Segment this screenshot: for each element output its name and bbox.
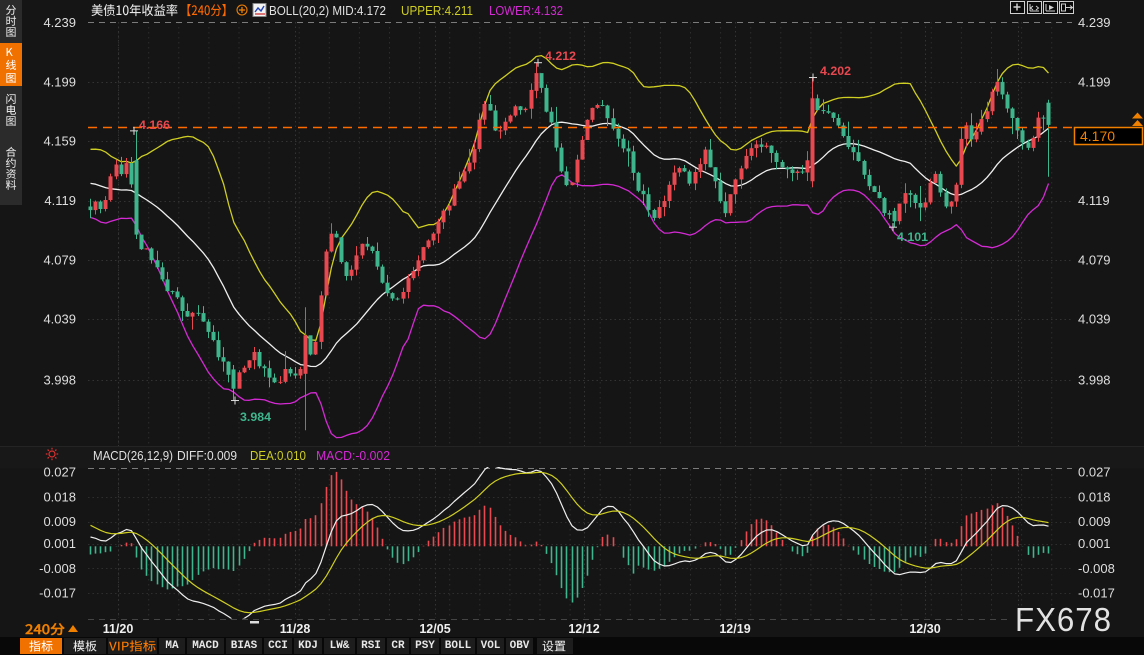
svg-text:BOLL(20,2) MID:4.172: BOLL(20,2) MID:4.172 [269, 3, 386, 18]
svg-text:12/30: 12/30 [909, 622, 940, 636]
svg-text:0.018: 0.018 [1078, 489, 1111, 504]
svg-text:4.239: 4.239 [43, 15, 76, 30]
svg-text:12/19: 12/19 [719, 622, 750, 636]
svg-text:4.119: 4.119 [44, 193, 76, 208]
svg-text:MACD:-0.002: MACD:-0.002 [316, 449, 390, 463]
svg-text:4.119: 4.119 [1078, 193, 1110, 208]
svg-text:4.039: 4.039 [1078, 312, 1111, 327]
svg-text:0.009: 0.009 [43, 514, 76, 529]
svg-text:4.239: 4.239 [1078, 15, 1111, 30]
svg-text:-0.017: -0.017 [1078, 585, 1115, 600]
svg-text:-0.017: -0.017 [39, 585, 76, 600]
svg-text:4.212: 4.212 [545, 49, 576, 63]
svg-text:4.199: 4.199 [43, 74, 76, 89]
svg-text:4.101: 4.101 [897, 230, 928, 244]
svg-text:0.001: 0.001 [1078, 536, 1111, 551]
svg-text:3.998: 3.998 [1078, 372, 1111, 387]
svg-text:0.027: 0.027 [1078, 465, 1111, 480]
svg-text:0.027: 0.027 [43, 465, 76, 480]
svg-text:4.166: 4.166 [139, 118, 170, 132]
svg-text:DIFF:0.009: DIFF:0.009 [177, 449, 237, 463]
svg-text:4.159: 4.159 [43, 134, 76, 149]
svg-text:12/12: 12/12 [568, 622, 599, 636]
svg-text:4.079: 4.079 [43, 252, 76, 267]
svg-text:11/20: 11/20 [103, 622, 134, 636]
svg-text:4.202: 4.202 [820, 64, 851, 78]
svg-text:LOWER:4.132: LOWER:4.132 [489, 3, 563, 18]
svg-text:4.079: 4.079 [1078, 252, 1111, 267]
svg-text:3.984: 3.984 [240, 410, 271, 424]
svg-text:12/05: 12/05 [419, 622, 450, 636]
svg-text:MACD(26,12,9): MACD(26,12,9) [93, 449, 173, 463]
svg-text:-0.008: -0.008 [39, 561, 76, 576]
svg-text:11/28: 11/28 [280, 622, 311, 636]
svg-text:FX678: FX678 [1015, 601, 1112, 638]
svg-text:0.009: 0.009 [1078, 514, 1111, 529]
svg-text:4.039: 4.039 [43, 312, 76, 327]
svg-text:4.170: 4.170 [1080, 128, 1115, 144]
svg-text:4.199: 4.199 [1078, 74, 1111, 89]
svg-text:0.018: 0.018 [43, 489, 76, 504]
svg-text:0.001: 0.001 [43, 536, 76, 551]
svg-text:UPPER:4.211: UPPER:4.211 [401, 3, 473, 18]
svg-text:3.998: 3.998 [43, 372, 76, 387]
svg-text:DEA:0.010: DEA:0.010 [250, 449, 306, 463]
svg-text:-0.008: -0.008 [1078, 561, 1115, 576]
